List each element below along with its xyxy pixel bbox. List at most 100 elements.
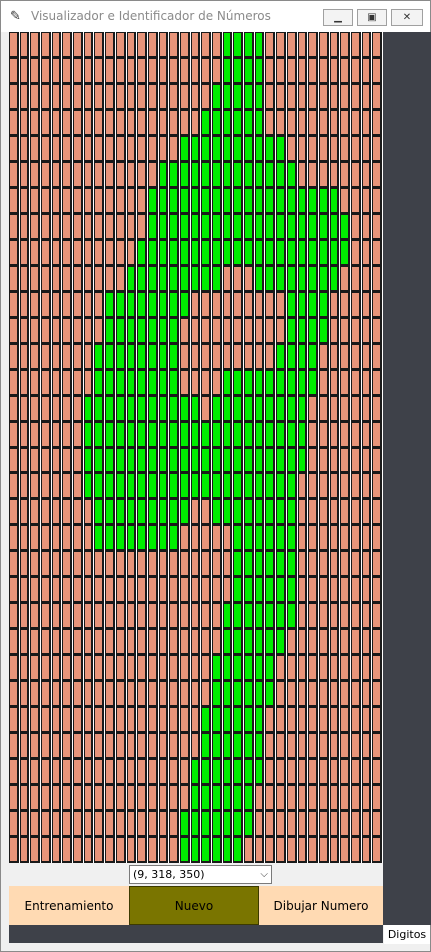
grid-cell[interactable] [73, 759, 83, 786]
grid-cell[interactable] [222, 57, 233, 84]
grid-cell[interactable] [190, 109, 201, 136]
grid-cell[interactable] [318, 135, 329, 162]
grid-cell[interactable] [254, 837, 265, 863]
grid-cell[interactable] [19, 187, 30, 214]
grid-cell[interactable] [297, 135, 308, 162]
grid-cell[interactable] [30, 213, 41, 240]
grid-cell[interactable] [126, 343, 137, 370]
grid-cell[interactable] [105, 213, 115, 240]
grid-cell[interactable] [83, 161, 94, 188]
grid-cell[interactable] [276, 577, 286, 604]
grid-cell[interactable] [73, 265, 83, 292]
grid-cell[interactable] [126, 525, 137, 552]
grid-cell[interactable] [30, 707, 41, 734]
grid-cell[interactable] [73, 317, 83, 344]
grid-cell[interactable] [179, 369, 190, 396]
grid-cell[interactable] [137, 213, 147, 240]
grid-cell[interactable] [179, 395, 190, 422]
grid-cell[interactable] [19, 551, 30, 578]
grid-cell[interactable] [73, 135, 83, 162]
train-button[interactable]: Entrenamiento [9, 886, 129, 925]
grid-cell[interactable] [340, 369, 350, 396]
grid-cell[interactable] [62, 83, 73, 110]
grid-cell[interactable] [41, 213, 51, 240]
grid-cell[interactable] [179, 239, 190, 266]
grid-cell[interactable] [126, 603, 137, 630]
grid-cell[interactable] [244, 317, 254, 344]
grid-cell[interactable] [329, 109, 340, 136]
grid-cell[interactable] [137, 473, 147, 500]
grid-cell[interactable] [212, 837, 222, 863]
grid-cell[interactable] [83, 603, 94, 630]
grid-cell[interactable] [244, 525, 254, 552]
grid-cell[interactable] [9, 369, 19, 396]
grid-cell[interactable] [169, 525, 179, 552]
grid-cell[interactable] [233, 343, 244, 370]
grid-cell[interactable] [126, 57, 137, 84]
grid-cell[interactable] [244, 57, 254, 84]
grid-cell[interactable] [254, 57, 265, 84]
grid-cell[interactable] [286, 733, 297, 760]
grid-cell[interactable] [286, 109, 297, 136]
grid-cell[interactable] [190, 551, 201, 578]
grid-cell[interactable] [340, 239, 350, 266]
grid-cell[interactable] [137, 603, 147, 630]
grid-cell[interactable] [30, 681, 41, 708]
grid-cell[interactable] [254, 473, 265, 500]
grid-cell[interactable] [158, 603, 169, 630]
grid-cell[interactable] [105, 395, 115, 422]
grid-cell[interactable] [83, 317, 94, 344]
grid-cell[interactable] [179, 109, 190, 136]
grid-cell[interactable] [286, 707, 297, 734]
grid-cell[interactable] [222, 551, 233, 578]
grid-cell[interactable] [265, 707, 276, 734]
grid-cell[interactable] [372, 525, 382, 552]
grid-cell[interactable] [169, 187, 179, 214]
grid-cell[interactable] [233, 109, 244, 136]
grid-cell[interactable] [244, 395, 254, 422]
grid-cell[interactable] [169, 629, 179, 656]
grid-cell[interactable] [19, 239, 30, 266]
grid-cell[interactable] [372, 577, 382, 604]
grid-cell[interactable] [222, 83, 233, 110]
grid-cell[interactable] [350, 447, 361, 474]
grid-cell[interactable] [190, 317, 201, 344]
grid-cell[interactable] [169, 785, 179, 812]
grid-cell[interactable] [244, 369, 254, 396]
grid-cell[interactable] [297, 265, 308, 292]
grid-cell[interactable] [169, 421, 179, 448]
grid-cell[interactable] [212, 447, 222, 474]
grid-cell[interactable] [254, 213, 265, 240]
grid-cell[interactable] [41, 707, 51, 734]
grid-cell[interactable] [41, 499, 51, 526]
grid-cell[interactable] [41, 291, 51, 318]
grid-cell[interactable] [254, 681, 265, 708]
grid-cell[interactable] [318, 291, 329, 318]
grid-cell[interactable] [94, 499, 105, 526]
grid-cell[interactable] [286, 369, 297, 396]
grid-cell[interactable] [73, 525, 83, 552]
grid-cell[interactable] [350, 187, 361, 214]
grid-cell[interactable] [51, 109, 62, 136]
grid-cell[interactable] [201, 369, 212, 396]
grid-cell[interactable] [147, 499, 158, 526]
grid-cell[interactable] [147, 213, 158, 240]
grid-cell[interactable] [9, 577, 19, 604]
grid-cell[interactable] [190, 707, 201, 734]
grid-cell[interactable] [265, 291, 276, 318]
grid-cell[interactable] [115, 733, 126, 760]
grid-cell[interactable] [372, 161, 382, 188]
grid-cell[interactable] [169, 473, 179, 500]
grid-cell[interactable] [265, 395, 276, 422]
grid-cell[interactable] [340, 525, 350, 552]
grid-cell[interactable] [201, 213, 212, 240]
grid-cell[interactable] [105, 291, 115, 318]
grid-cell[interactable] [350, 239, 361, 266]
grid-cell[interactable] [179, 499, 190, 526]
grid-cell[interactable] [265, 187, 276, 214]
grid-cell[interactable] [254, 161, 265, 188]
grid-cell[interactable] [222, 109, 233, 136]
grid-cell[interactable] [19, 447, 30, 474]
grid-cell[interactable] [30, 551, 41, 578]
grid-cell[interactable] [19, 681, 30, 708]
